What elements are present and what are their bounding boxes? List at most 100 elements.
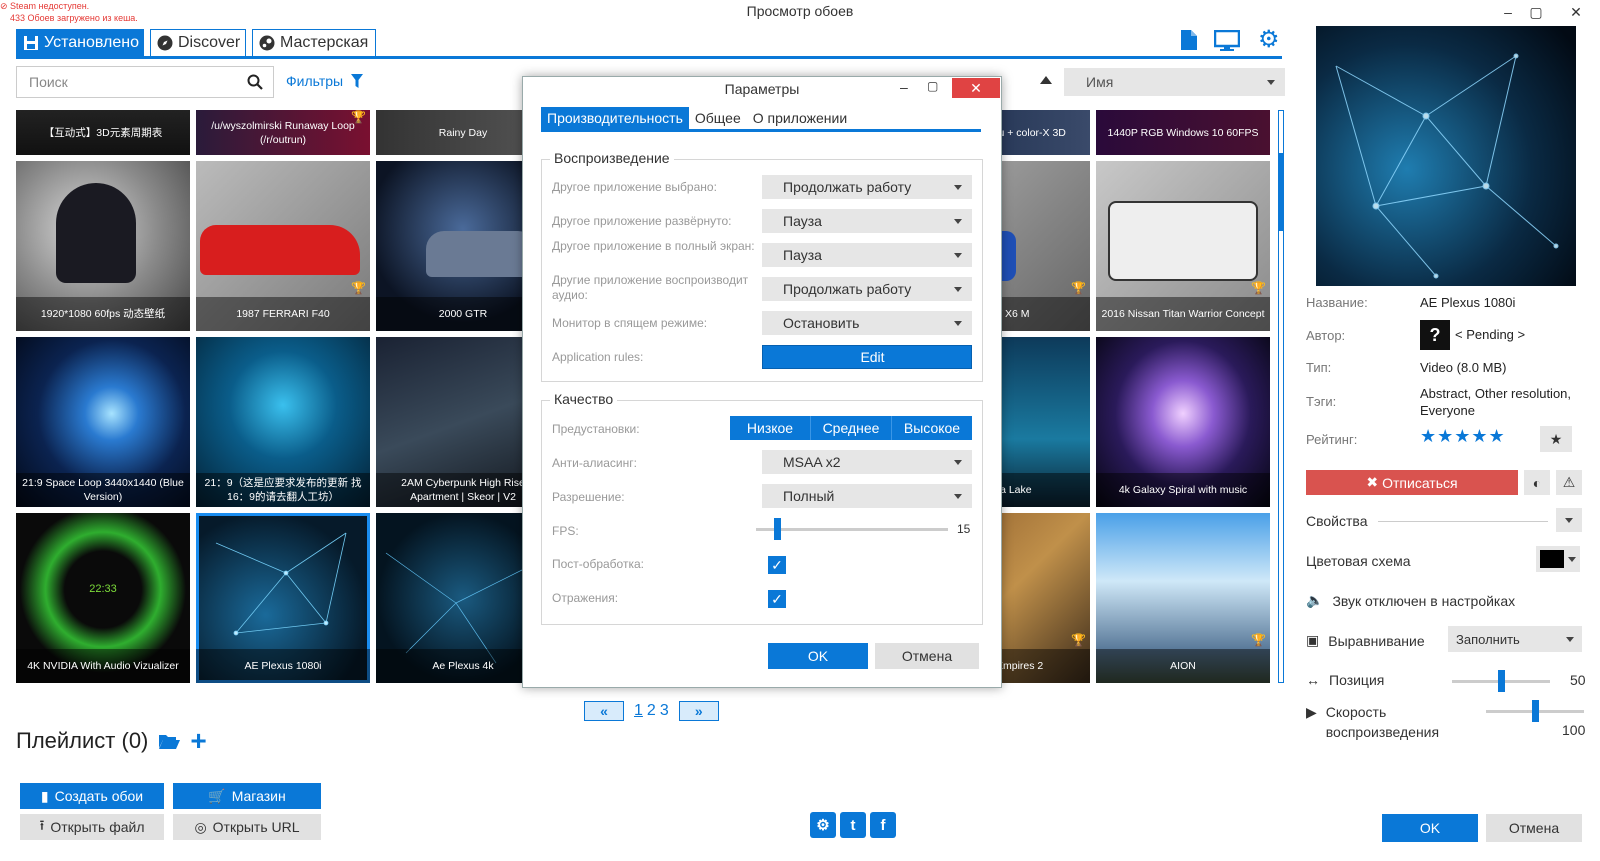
close-window-button[interactable]: ✕: [1552, 0, 1600, 24]
tab-discover[interactable]: Discover: [150, 29, 246, 57]
chevron-down-icon: [954, 320, 962, 326]
avatar[interactable]: ?: [1420, 320, 1450, 350]
wallpaper-tile[interactable]: 21:9 Space Loop 3440x1440 (Blue Version): [16, 337, 190, 507]
trophy-icon: 🏆: [351, 110, 366, 124]
chevron-down-icon: [1267, 79, 1275, 85]
alignment-select[interactable]: Заполнить: [1448, 626, 1582, 652]
tab-workshop[interactable]: Мастерская: [252, 29, 376, 57]
pagination: « 1 2 3 »: [584, 701, 719, 721]
folder-open-icon[interactable]: [158, 732, 181, 750]
rating-stars: ★★★★★: [1420, 426, 1506, 446]
playlist-header: Плейлист (0) +: [16, 725, 207, 756]
unsubscribe-button[interactable]: ✖ Отписаться: [1306, 470, 1518, 495]
edit-rules-button[interactable]: Edit: [762, 345, 972, 369]
tags-label: Тэги:: [1306, 394, 1337, 409]
favorite-star-button[interactable]: ★: [1540, 426, 1572, 452]
filters-button[interactable]: Фильтры: [286, 73, 364, 89]
tab-about[interactable]: О приложении: [747, 107, 853, 129]
page-3[interactable]: 3: [658, 702, 671, 720]
prev-page-button[interactable]: «: [584, 701, 624, 721]
wallpaper-tile[interactable]: 🏆 2016 Nissan Titan Warrior Concept: [1096, 161, 1270, 331]
tab-performance[interactable]: Производительность: [541, 107, 689, 129]
scrollbar-thumb[interactable]: [1279, 153, 1283, 231]
dialog-maximize-button[interactable]: ▢: [927, 79, 938, 93]
trophy-icon: 🏆: [1071, 633, 1086, 647]
fps-slider-thumb[interactable]: [774, 518, 781, 540]
speed-slider-thumb[interactable]: [1531, 700, 1539, 722]
wallpaper-tile[interactable]: 🏆 1987 FERRARI F40: [196, 161, 370, 331]
monitor-icon[interactable]: [1214, 30, 1240, 52]
facebook-icon[interactable]: f: [870, 812, 896, 838]
preset-low-button[interactable]: Низкое: [730, 416, 811, 440]
speed-slider[interactable]: [1486, 700, 1584, 722]
fps-slider[interactable]: [756, 518, 948, 540]
wallpaper-tile[interactable]: 1440P RGB Windows 10 60FPS: [1096, 110, 1270, 155]
search-input[interactable]: Поиск: [16, 66, 274, 98]
page-1[interactable]: 1: [632, 702, 645, 720]
grid-scrollbar[interactable]: [1278, 110, 1284, 683]
wallpaper-tile[interactable]: /u/wyszolmirski Runaway Loop (/r/outrun)…: [196, 110, 370, 155]
maximized-action-select[interactable]: Пауза: [762, 209, 972, 233]
focus-action-select[interactable]: Продолжать работу: [762, 175, 972, 199]
audio-action-select[interactable]: Продолжать работу: [762, 277, 972, 301]
steam-page-button[interactable]: ◐: [1524, 470, 1550, 495]
tags-value: Abstract, Other resolution, Everyone: [1420, 386, 1572, 418]
wallpaper-tile[interactable]: 21：9（这是应要求发布的更新 找16：9的请去翻人工坊）: [196, 337, 370, 507]
tile-artwork: [56, 183, 136, 283]
antialiasing-select[interactable]: MSAA x2: [762, 450, 972, 474]
report-button[interactable]: ⚠: [1556, 470, 1582, 495]
rating-label: Рейтинг:: [1306, 432, 1358, 447]
wallpaper-tile[interactable]: 22:33 4K NVIDIA With Audio Vizualizer: [16, 513, 190, 683]
postprocessing-checkbox[interactable]: ✓: [768, 556, 786, 574]
steam-link-icon[interactable]: ⚙: [810, 812, 836, 838]
position-slider-thumb[interactable]: [1497, 670, 1505, 692]
speed-value: 100: [1562, 722, 1586, 738]
plus-icon[interactable]: +: [190, 727, 206, 755]
wallpaper-tile-selected[interactable]: AE Plexus 1080i: [196, 513, 370, 683]
check-icon: ✓: [771, 557, 783, 573]
color-scheme-picker[interactable]: [1536, 546, 1580, 572]
create-wallpaper-button[interactable]: ▮ Создать обои: [20, 783, 164, 809]
page-2[interactable]: 2: [645, 702, 658, 720]
resolution-select[interactable]: Полный: [762, 484, 972, 508]
author-value[interactable]: < Pending >: [1455, 327, 1525, 342]
wallpaper-tile[interactable]: 4k Galaxy Spiral with music: [1096, 337, 1270, 507]
fullscreen-action-select[interactable]: Пауза: [762, 243, 972, 267]
tab-installed[interactable]: Установлено: [16, 29, 144, 57]
sleep-action-select[interactable]: Остановить: [762, 311, 972, 335]
properties-expand-button[interactable]: [1556, 508, 1582, 532]
dialog-minimize-button[interactable]: –: [900, 79, 908, 95]
tab-general[interactable]: Общее: [689, 107, 747, 129]
tile-artwork: [200, 225, 360, 275]
position-slider[interactable]: [1452, 670, 1550, 692]
preset-medium-button[interactable]: Среднее: [811, 416, 892, 440]
trophy-icon: 🏆: [1251, 633, 1266, 647]
reflections-checkbox[interactable]: ✓: [768, 590, 786, 608]
name-label: Название:: [1306, 295, 1368, 310]
sort-direction-icon[interactable]: [1040, 76, 1052, 84]
star-icon: ★: [1549, 430, 1563, 447]
chevron-down-icon: [954, 286, 962, 292]
steam-icon: ◐: [1532, 474, 1542, 491]
dialog-ok-button[interactable]: OK: [768, 643, 868, 669]
type-label: Тип:: [1306, 360, 1332, 375]
document-icon[interactable]: [1180, 29, 1198, 51]
search-icon[interactable]: [247, 74, 263, 90]
shop-button[interactable]: 🛒 Магазин: [173, 783, 321, 809]
next-page-button[interactable]: »: [678, 701, 719, 721]
dialog-cancel-button[interactable]: Отмена: [875, 643, 979, 669]
open-file-button[interactable]: ⭱ Открыть файл: [20, 814, 164, 840]
twitter-icon[interactable]: t: [840, 812, 866, 838]
row-label: Другое приложение выбрано:: [552, 180, 717, 194]
main-ok-button[interactable]: OK: [1382, 814, 1478, 842]
open-url-button[interactable]: ◎ Открыть URL: [173, 814, 321, 840]
preset-high-button[interactable]: Высокое: [892, 416, 972, 440]
sort-select[interactable]: Имя: [1064, 68, 1285, 96]
color-swatch: [1540, 550, 1564, 568]
dialog-close-button[interactable]: ✕: [952, 78, 1000, 98]
wallpaper-tile[interactable]: 1920*1080 60fps 动态壁纸: [16, 161, 190, 331]
gear-icon[interactable]: ⚙: [1258, 28, 1280, 52]
wallpaper-tile[interactable]: 【互动式】3D元素周期表: [16, 110, 190, 155]
main-cancel-button[interactable]: Отмена: [1486, 814, 1582, 842]
wallpaper-tile[interactable]: 🏆 AION: [1096, 513, 1270, 683]
